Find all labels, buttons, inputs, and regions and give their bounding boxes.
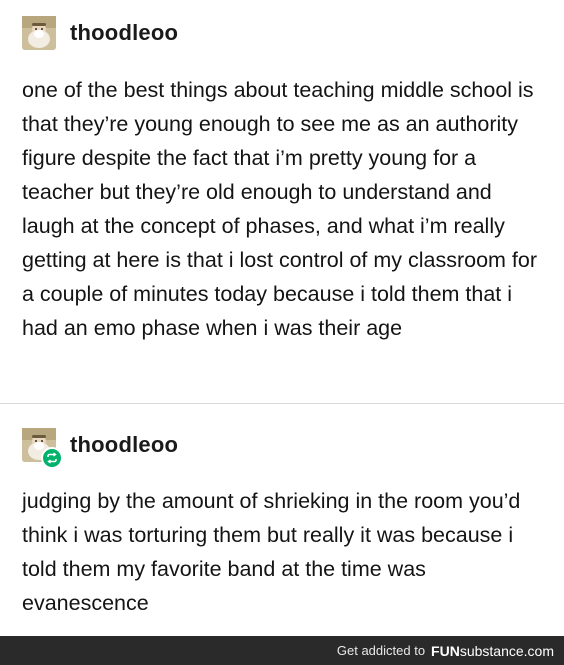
footer-bar: Get addicted to FUN substance.com	[0, 636, 564, 665]
footer-brand-rest: substance.com	[459, 642, 554, 659]
footer-link[interactable]: Get addicted to FUN substance.com	[337, 636, 554, 665]
post-header: thoodleoo	[22, 16, 178, 50]
footer-prefix: Get addicted to	[336, 643, 426, 658]
post-body: one of the best things about teaching mi…	[22, 78, 538, 340]
footer-brand-bold: FUN	[431, 642, 460, 659]
user-avatar-icon[interactable]	[22, 16, 56, 50]
username[interactable]: thoodleoo	[70, 20, 178, 46]
username[interactable]: thoodleoo	[70, 432, 178, 458]
post-body: judging by the amount of shrieking in th…	[22, 489, 521, 615]
post: thoodleoo one of the best things about t…	[0, 0, 564, 404]
post-header: thoodleoo	[22, 428, 178, 469]
reblog-post: thoodleoo judging by the amount of shrie…	[0, 404, 564, 636]
user-avatar-icon[interactable]	[22, 428, 63, 469]
reblog-icon	[41, 447, 63, 469]
